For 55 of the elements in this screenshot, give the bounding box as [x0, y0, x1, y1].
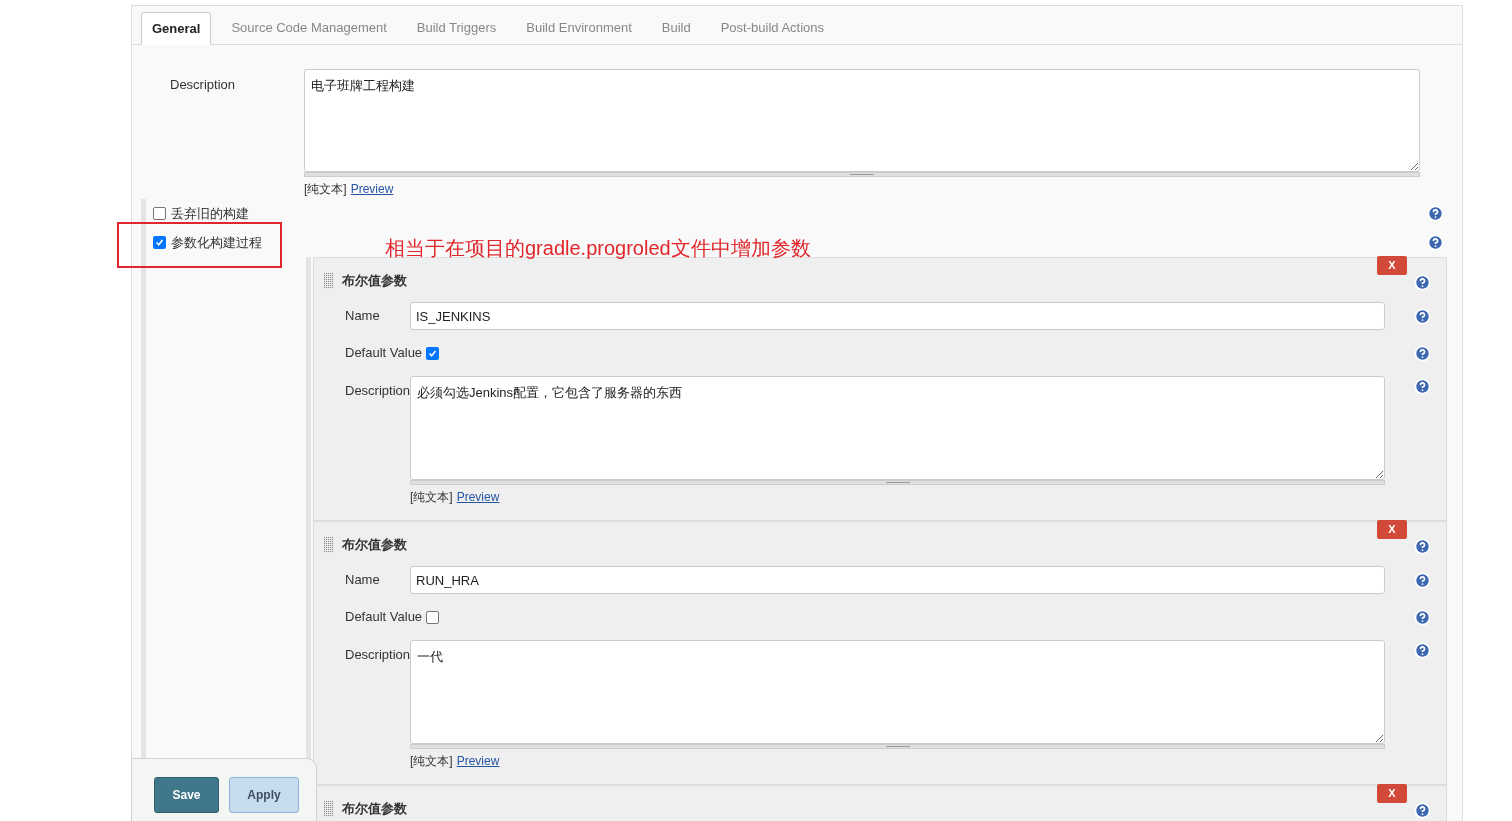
delete-button[interactable]: X — [1377, 256, 1407, 275]
field-label: Default Value — [344, 344, 424, 363]
annotation-text: 相当于在项目的gradle.progroled文件中增加参数 — [385, 236, 811, 259]
parameter-title: 布尔值参数 — [342, 800, 407, 819]
help-icon[interactable] — [1414, 642, 1431, 659]
field-label: Description — [344, 646, 410, 664]
checkbox[interactable] — [153, 207, 166, 220]
checkmark-icon — [428, 348, 437, 358]
name-field[interactable]: RUN_HRA — [410, 566, 1385, 594]
field-label: Description — [344, 382, 410, 400]
help-icon[interactable] — [1414, 378, 1431, 395]
drag-handle-icon[interactable] — [324, 801, 334, 817]
format-label: [纯文本] — [410, 489, 453, 506]
field-label: Name — [344, 571, 381, 590]
tab[interactable]: Post-build Actions — [710, 11, 835, 44]
description-field[interactable]: 必须勾选Jenkins配置，它包含了服务器的东西 — [410, 376, 1385, 480]
help-icon[interactable] — [1414, 571, 1431, 589]
help-icon[interactable] — [1414, 273, 1431, 291]
help-icon[interactable] — [1427, 234, 1444, 251]
help-icon[interactable] — [1414, 307, 1431, 325]
tab[interactable]: Build Triggers — [406, 11, 507, 44]
field-label: Default Value — [344, 608, 424, 627]
option-label: 参数化构建过程 — [171, 233, 262, 252]
tab[interactable]: General — [141, 12, 212, 45]
format-label: [纯文本] — [304, 181, 347, 198]
help-icon[interactable] — [1427, 205, 1444, 222]
field-label: Name — [344, 307, 381, 326]
delete-button[interactable]: X — [1377, 520, 1407, 539]
help-icon[interactable] — [1414, 608, 1431, 626]
tab[interactable]: Build Environment — [516, 11, 642, 44]
checkbox[interactable] — [426, 610, 439, 624]
drag-handle-icon[interactable] — [324, 273, 334, 289]
help-icon[interactable] — [1414, 537, 1431, 555]
parameter-title: 布尔值参数 — [342, 536, 407, 555]
parameter-title: 布尔值参数 — [342, 272, 407, 291]
preview-link[interactable]: Preview — [456, 752, 500, 770]
description-field[interactable]: 电子班牌工程构建 — [304, 69, 1420, 172]
field-label: Description — [169, 76, 237, 94]
delete-button[interactable]: X — [1377, 784, 1407, 803]
help-icon[interactable] — [1414, 801, 1431, 819]
checkbox[interactable] — [153, 236, 166, 249]
apply-button[interactable]: Apply — [229, 777, 299, 813]
description-field[interactable]: 一代 — [410, 640, 1385, 744]
preview-link[interactable]: Preview — [350, 180, 394, 198]
name-field[interactable]: IS_JENKINS — [410, 302, 1385, 330]
format-label: [纯文本] — [410, 753, 453, 770]
tab[interactable]: Build — [651, 11, 701, 44]
checkmark-icon — [155, 238, 164, 247]
option-label: 丢弃旧的构建 — [171, 204, 249, 223]
tab[interactable]: Source Code Management — [221, 11, 397, 44]
checkbox[interactable] — [426, 346, 439, 360]
preview-link[interactable]: Preview — [456, 488, 500, 506]
help-icon[interactable] — [1414, 344, 1431, 362]
drag-handle-icon[interactable] — [324, 537, 334, 553]
save-button[interactable]: Save — [154, 777, 219, 813]
